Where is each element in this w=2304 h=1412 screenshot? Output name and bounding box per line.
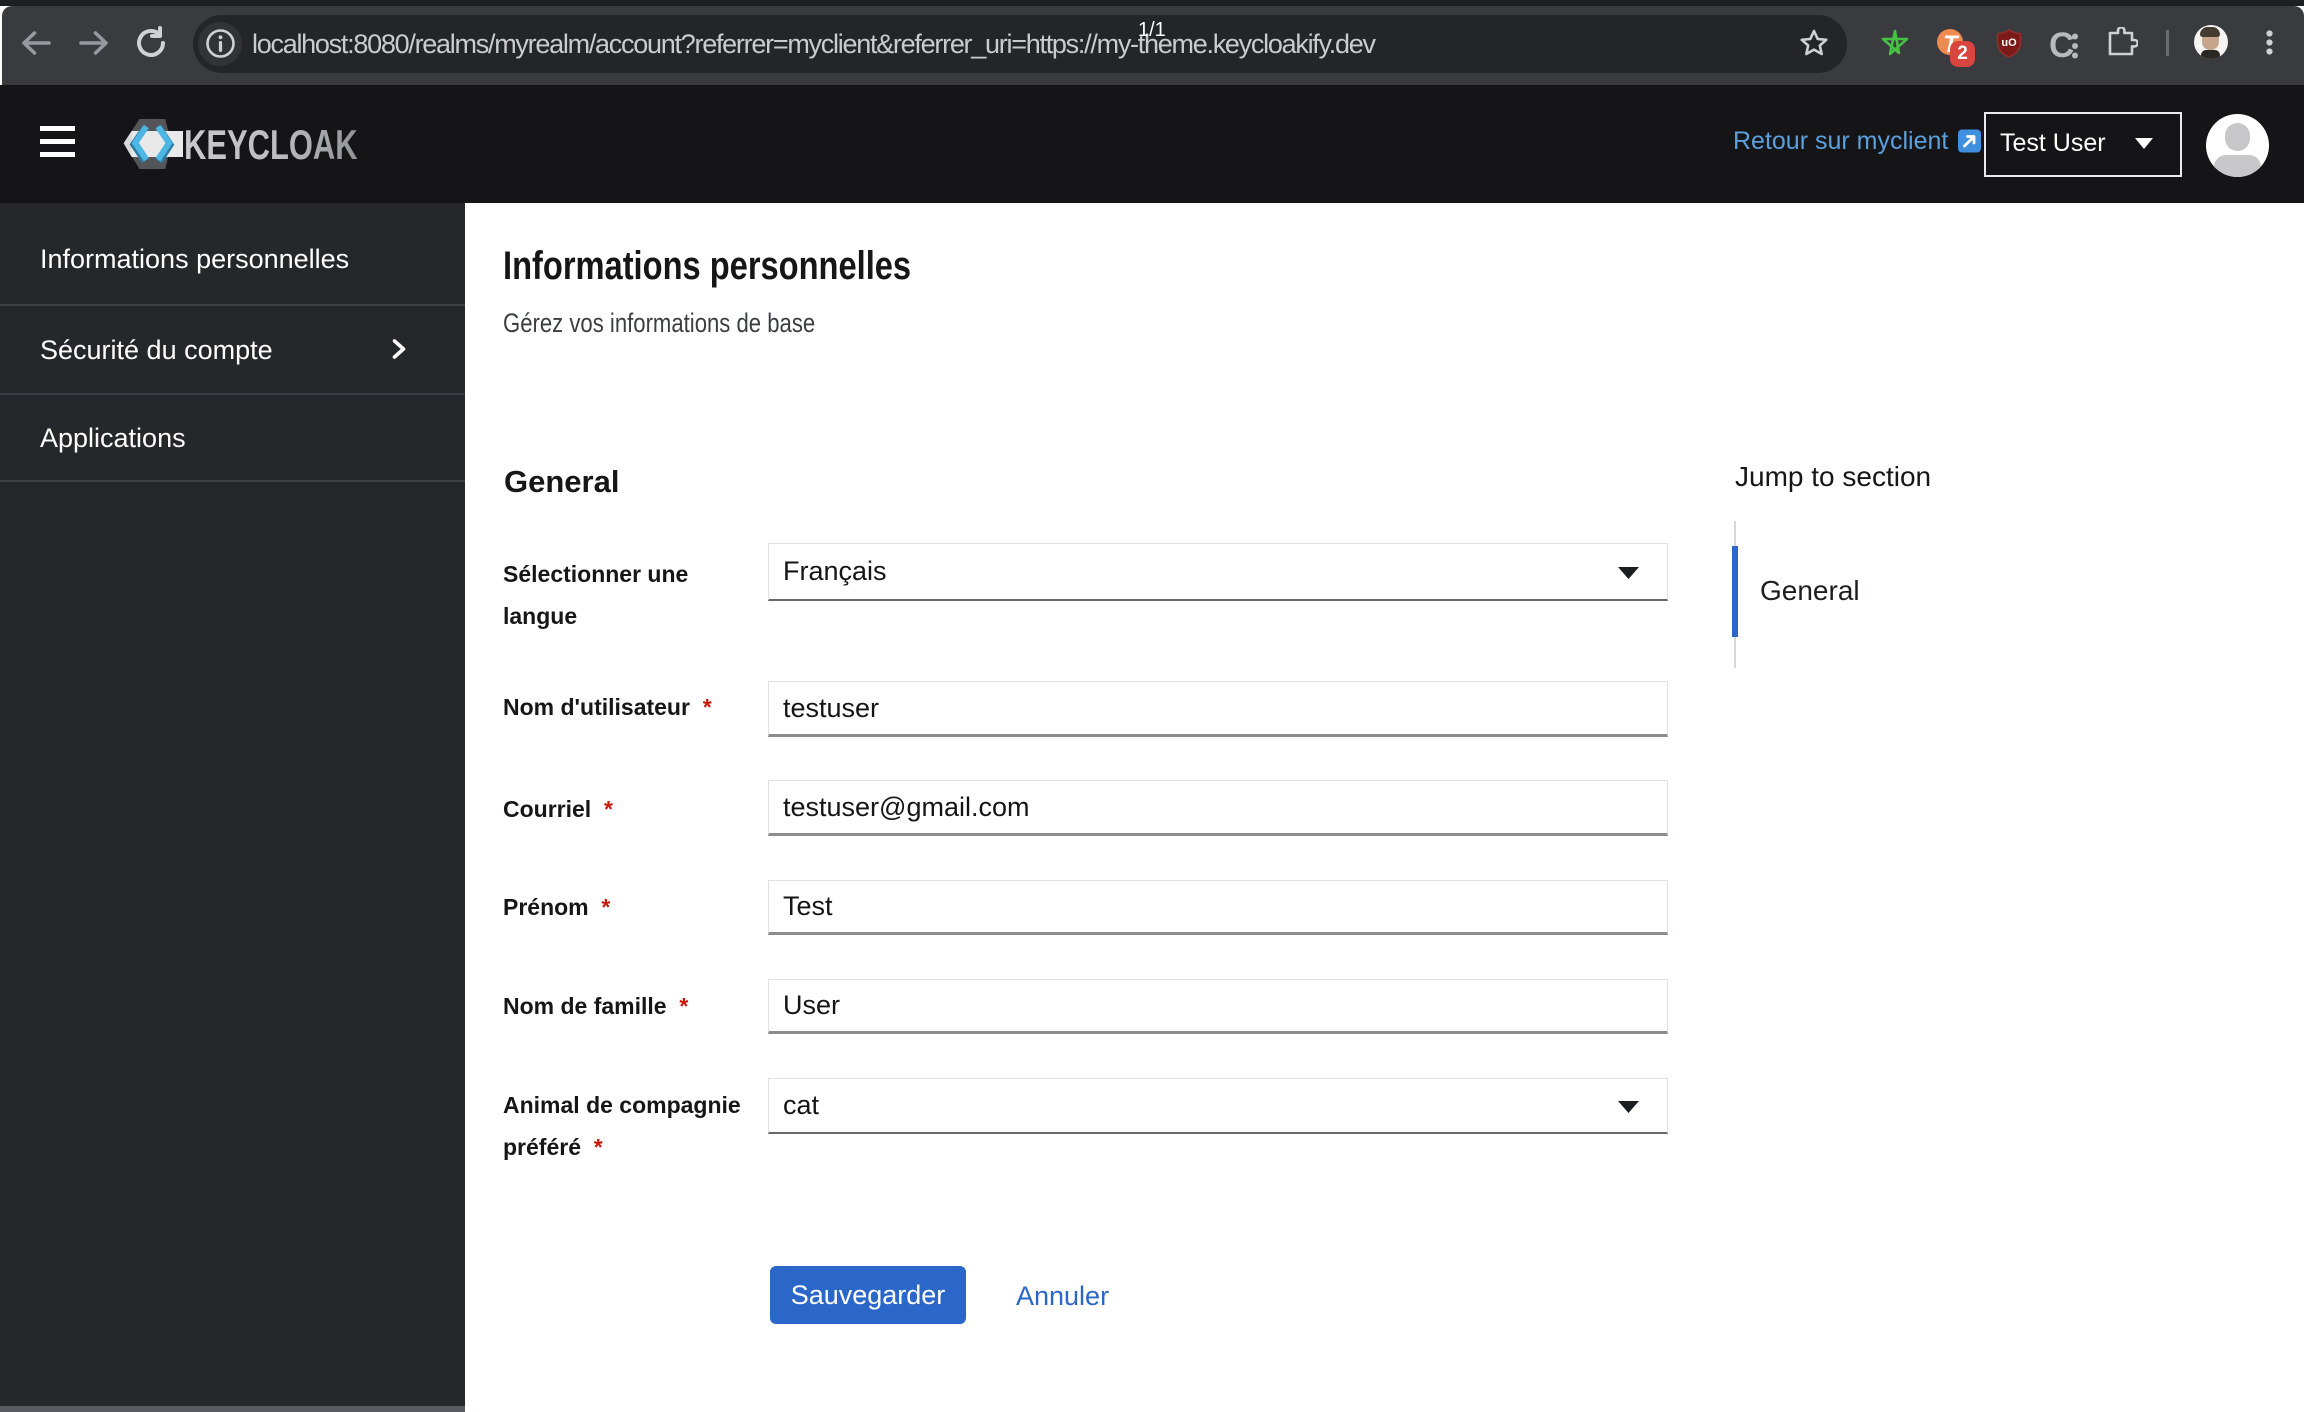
svg-text:uO: uO [2001,37,2017,49]
